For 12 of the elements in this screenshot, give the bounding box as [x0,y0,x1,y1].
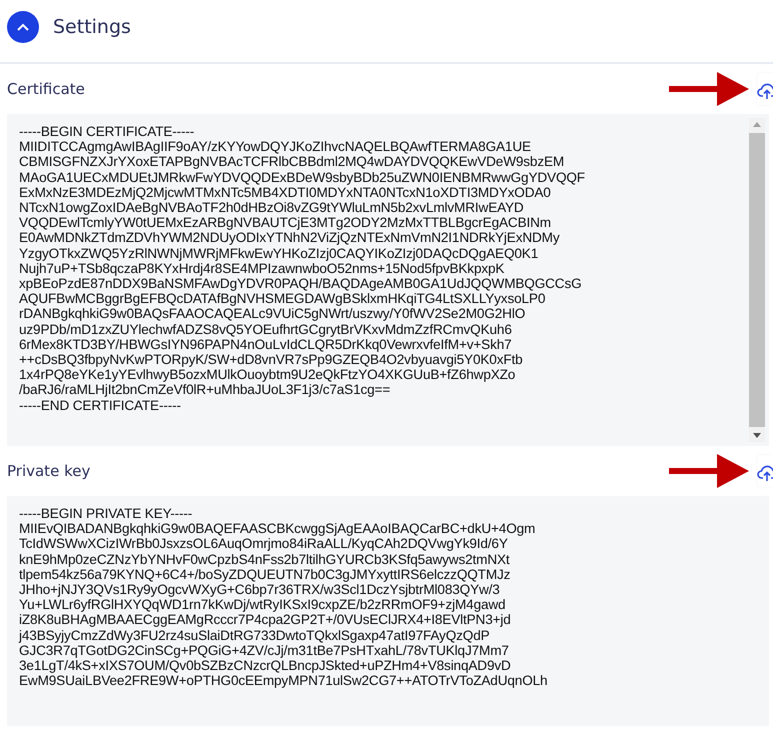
field-label: Private key [7,462,92,480]
section-title: Settings [53,16,131,38]
cloud-upload-icon [757,82,773,100]
arrow-icon [669,454,749,488]
text-area[interactable]: -----BEGIN PRIVATE KEY----- MIIEvQIBADANBgkqhkiG9w0BAQEFAASCBKcwggSjAgEAAoIBAQCarBC+dkU+4Ogm TcIdWSWwXCizIWrBb0JsxzsOL6AuqOmrjmo84iRaALL/KyqCAh2DQVwgYk9Id/6Y knE9hMp0zeCZNzYbYNHvF0wCpzbS4nFss2b7ltilhGYURCb3KSfq5awyws2tmNXt tlpem54kz56a79KYNQ+6C4+/boSyZDQUEUTN7b0C3gJMYxyttIRS6elczzQQTMJz JHho+jNJY3QVs1Ry9yOgcvWXyG+C6bp7r36TRX/w3Scl1DczYsjbtrMl083QYw/3 Yu+LWLr6yfRGlHXYQqWD1rn7kKwDj/wtRyIKSxI9cxpZE/b2zRRmOF9+zjM4gawd iZ8K8uBHAgMBAAECggEAMgRcccr7P4cpa2GP2T+/0VUsEClJRX4+I8EVltPN3+jd j43BSyjyCmzZdWy3FU2rz4suSlaiDtRG733DwtoTQkxlSgaxp47atI97FAyQzQdP GJC3R7qTGotDG2CinSCg+PQGiG+4ZV/cJj/m31tBe7PsHTxahL/78vTUKlqJ7Mm7 3e1LgT/4kS+xIXS7OUM/Qv0bSZBzCNzcrQLBncpJSkted+uPZHm4+V8sinqAD9vD EwM9SUaiLBVee2FRE9W+oPTHG0cEEmpyMPN71ulSw2CG7++ATOTrVToZAdUqnOLh [7,496,769,726]
chevron-up-icon [16,22,30,32]
collapse-button[interactable] [7,11,39,43]
text-area[interactable]: -----BEGIN CERTIFICATE----- MIIDITCCAgmgAwIBAgIIF9oAY/zKYYowDQYJKoZIhvcNAQELBQAwfTERMA8GA1UE CBMISGFNZXJrYXoxETAPBgNVBAcTCFRlbCBBdml2MQ4wDAYDVQQKEwVDeW9sbzEM MAoGA1UECxMDUEtJMRkwFwYDVQQDExBDeW9sbyBDb25uZWN0IENBMRwwGgYDVQQF ExMxNzE3MDEzMjQ2MjcwMTMxNTc5MB4XDTI0MDYxNTA0NTcxN1oXDTI3MDYxODA0 NTcxN1owgZoxIDAeBgNVBAoTF2h0dHBzOi8vZG9tYWluLmN5b2xvLmlvMRIwEAYD VQQDEwlTcmlyYW0tUEMxEzARBgNVBAUTCjE3MTg2ODY2MzMxTTBLBgcrEgACBINm E0AwMDNkZTdmZDVhYWM2NDUyODIxYTNhN2ViZjQzNTExNmVmN2I1NDRkYjExNDMy YzgyOTkxZWQ5YzRlNWNjMWRjMFkwEwYHKoZIzj0CAQYIKoZIzj0DAQcDQgAEQ0K1 Nujh7uP+TSb8qczaP8KYxHrdj4r8SE4MPIzawnwboO52nms+15Nod5fpvBKkpxpK xpBEoPzdE87nDDX9BaNSMFAwDgYDVR0PAQH/BAQDAgeAMB0GA1UdJQQWMBQGCCsG AQUFBwMCBggrBgEFBQcDATAfBgNVHSMEGDAWgBSklxmHKqiTG4LtSXLLYyxsoLP0 rDANBgkqhkiG9w0BAQsFAAOCAQEALc9VUiC5gNWrt/uszwy/Y0fWV2Se2M0G2HlO uz9PDb/mD1zxZUYlechwfADZS8vQ5YOEufhrtGCgrytBrVKxvMdmZzfRCmvQKuh6 6rMex8KTD3BY/HBWGsIYN96PAPN4nOuLvIdCLQR5DrKkq0VewrxvfeIfM+v+Skh7 ++cDsBQ3fbpyNvKwPTORpyK/SW+dD8vnVR7sPp9GZEQB4O2vbyuavgi5Y0K0xFtb 1x4rPQ8eYKe1yYEvlhwyB5ozxMUlkOuoybtm9U2eQkFtzYO4XKGUuB+fZ6hwpXZo /baRJ6/raMLHjIt2bnCmZeVf0lR+uMhbaJUoL3F1j3/c7aS1cg== -----END CERTIFICATE----- [7,114,769,446]
arrow-icon [669,72,749,106]
field-label: Certificate [7,80,86,98]
cloud-upload-icon [757,464,773,482]
scrollbar[interactable] [749,118,765,442]
